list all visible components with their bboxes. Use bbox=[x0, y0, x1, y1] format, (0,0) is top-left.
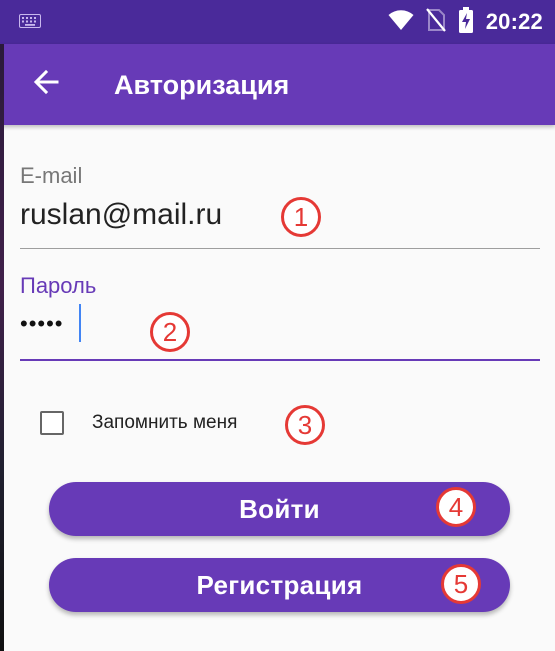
remember-me-checkbox[interactable] bbox=[40, 411, 64, 435]
password-underline bbox=[20, 359, 540, 361]
annotation-marker-4: 4 bbox=[436, 487, 476, 527]
back-button[interactable] bbox=[24, 62, 68, 106]
app-bar: Авторизация bbox=[0, 44, 555, 125]
password-input[interactable]: ••••• bbox=[20, 306, 64, 342]
text-cursor bbox=[79, 304, 81, 342]
annotation-marker-2: 2 bbox=[150, 312, 190, 352]
keyboard-icon bbox=[18, 14, 42, 28]
battery-charging-icon bbox=[458, 6, 474, 38]
page-title: Авторизация bbox=[114, 70, 290, 100]
annotation-marker-3: 3 bbox=[285, 405, 325, 445]
arrow-back-icon bbox=[33, 69, 59, 100]
email-input[interactable]: ruslan@mail.ru bbox=[20, 197, 222, 233]
left-edge-shadow bbox=[0, 44, 4, 651]
remember-me-label[interactable]: Запомнить меня bbox=[92, 412, 237, 434]
no-sim-icon bbox=[425, 7, 446, 37]
annotation-marker-5: 5 bbox=[441, 564, 481, 604]
password-label: Пароль bbox=[20, 273, 97, 298]
password-field[interactable]: Пароль ••••• bbox=[20, 270, 540, 364]
status-bar: 20:22 bbox=[0, 0, 555, 44]
annotation-marker-1: 1 bbox=[281, 197, 321, 237]
email-label: E-mail bbox=[20, 163, 83, 188]
email-field[interactable]: E-mail ruslan@mail.ru bbox=[20, 160, 540, 252]
wifi-icon bbox=[388, 9, 414, 36]
status-time: 20:22 bbox=[485, 9, 543, 34]
email-underline bbox=[20, 248, 540, 249]
remember-me-row[interactable]: Запомнить меня bbox=[40, 404, 237, 442]
